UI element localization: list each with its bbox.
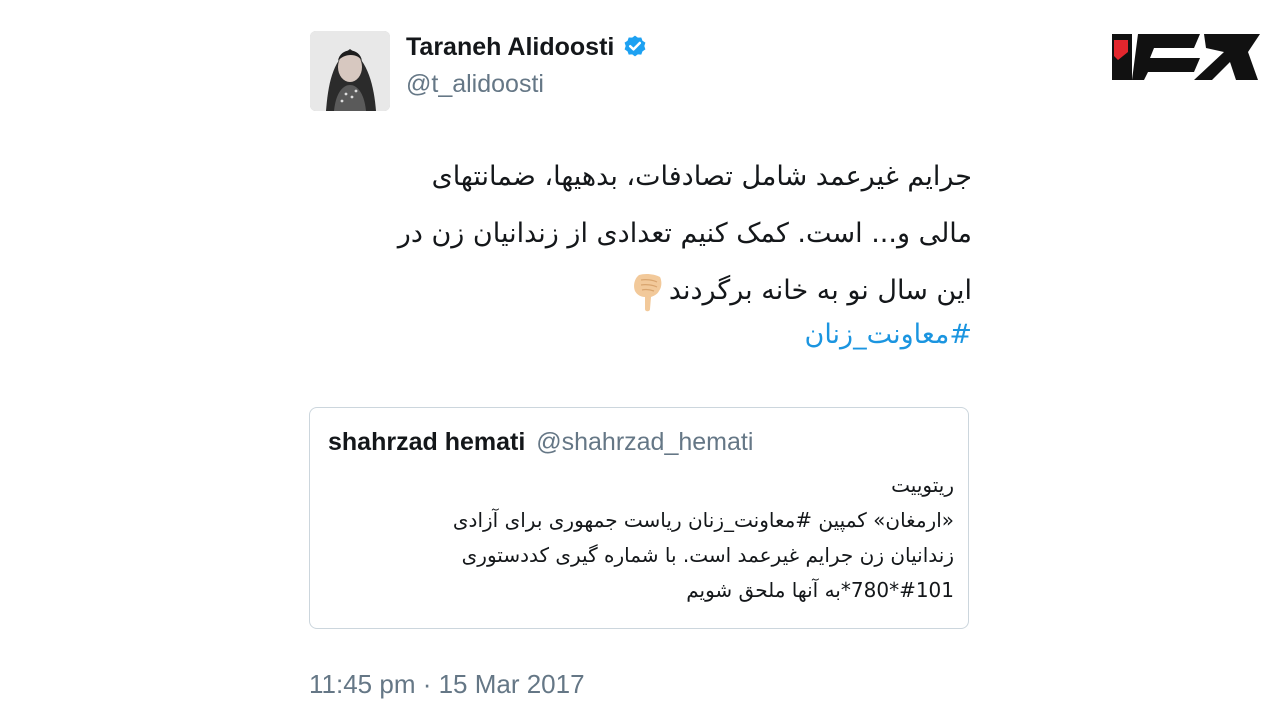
- tweet-line-with-emoji: این سال نو به خانه برگردند: [280, 262, 972, 319]
- quoted-tweet-line: #101*780*به آنها ملحق شویم: [686, 578, 954, 602]
- tweet-line: مالی و... است. کمک کنیم تعدادی از زندانی…: [397, 218, 972, 249]
- quoted-tweet-line: زندانیان زن جرایم غیرعمد است. با شماره گ…: [461, 543, 954, 567]
- tweet-timestamp[interactable]: 11:45 pm · 15 Mar 2017: [309, 669, 585, 700]
- author-name[interactable]: Taraneh Alidoosti: [406, 33, 614, 62]
- tweet-line: جرایم غیرعمد شامل تصادفات، بدهیها، ضمانت…: [431, 161, 972, 192]
- pointing-down-hand-icon: [633, 273, 662, 311]
- quoted-author-name: shahrzad hemati: [328, 428, 526, 456]
- hashtag-link[interactable]: #معاونت_زنان: [600, 316, 972, 354]
- quoted-tweet-card[interactable]: shahrzad hemati @shahrzad_hemati ریتوییت…: [309, 407, 969, 629]
- quoted-tweet-line: ریتوییت: [891, 473, 954, 497]
- author-handle[interactable]: @t_alidoosti: [406, 70, 648, 99]
- quoted-tweet-line: «ارمغان» کمپین #معاونت_زنان ریاست جمهوری…: [452, 508, 954, 532]
- tweet-line: این سال نو به خانه برگردند: [668, 275, 972, 306]
- avatar[interactable]: [310, 31, 390, 111]
- verified-badge-icon: [624, 35, 646, 57]
- tweet-author: Taraneh Alidoosti @t_alidoosti: [406, 30, 648, 99]
- quoted-tweet-text: ریتوییت «ارمغان» کمپین #معاونت_زنان ریاس…: [324, 468, 954, 608]
- site-logo-icon: [1112, 34, 1260, 80]
- quoted-author-handle: @shahrzad_hemati: [536, 428, 754, 456]
- avatar-portrait-image: [310, 31, 390, 111]
- quoted-tweet-header: shahrzad hemati @shahrzad_hemati: [328, 428, 753, 457]
- tweet-text: جرایم غیرعمد شامل تصادفات، بدهیها، ضمانت…: [280, 148, 972, 319]
